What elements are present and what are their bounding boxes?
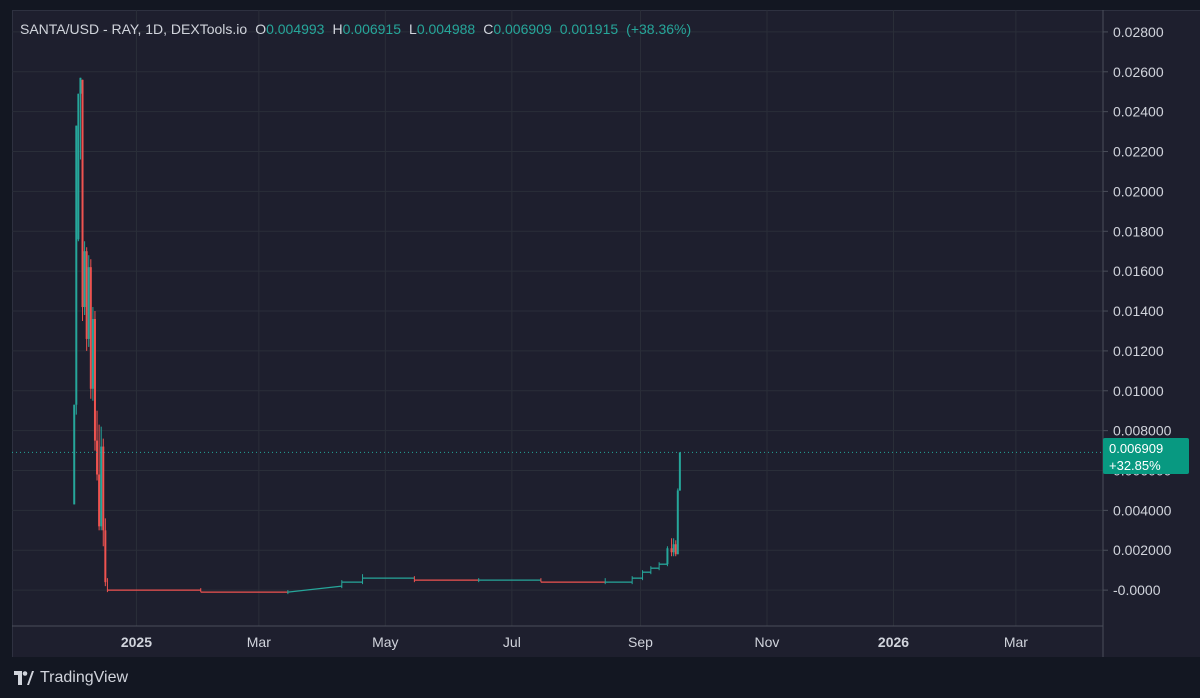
y-tick-label: 0.01200 (1113, 343, 1164, 359)
x-tick-label: 2026 (878, 634, 909, 650)
candle-body (100, 446, 103, 527)
y-tick-label: 0.008000 (1113, 423, 1172, 439)
tradingview-logo[interactable]: TradingView (14, 669, 128, 687)
y-tick-label: 0.02200 (1113, 144, 1164, 160)
x-tick-label: 2025 (121, 634, 152, 650)
y-tick-label: 0.002000 (1113, 542, 1172, 558)
open-value: 0.004993 (266, 21, 325, 37)
candlestick-chart[interactable]: 0.02800 0.02600 0.02400 0.02200 0.02000 0.018… (0, 0, 1200, 698)
candle-body (85, 251, 88, 339)
y-tick-label: 0.01800 (1113, 223, 1164, 239)
close-value: 0.006909 (493, 21, 552, 37)
candle-body (75, 125, 78, 405)
footer: TradingView (0, 657, 1200, 698)
candle-body (102, 446, 105, 531)
last-price-value: 0.006909 (1109, 441, 1164, 456)
candle-body (674, 544, 677, 555)
candle-body (81, 79, 84, 308)
y-tick-label: 0.02600 (1113, 64, 1164, 80)
candle-body (98, 474, 101, 527)
symbol-label: SANTA/USD - RAY, 1D, DEXTools.io (20, 21, 248, 37)
y-tick-label: 0.004000 (1113, 502, 1172, 518)
candle-body (87, 267, 90, 339)
high-value: 0.006915 (342, 21, 402, 37)
last-price-tag: 0.006909 +32.85% (1103, 438, 1189, 474)
y-tick-label: 0.01400 (1113, 303, 1164, 319)
candle-body (89, 267, 92, 389)
y-tick-label: 0.02800 (1113, 24, 1164, 40)
low-value: 0.004988 (416, 21, 476, 37)
candle-body (83, 251, 86, 308)
candle-body (678, 452, 681, 491)
candle-body (676, 490, 679, 555)
candle-body (672, 544, 675, 553)
candle-body (104, 530, 107, 583)
y-tick-label: 0.01000 (1113, 383, 1164, 399)
candle-body (96, 440, 99, 475)
last-price-change: +32.85% (1109, 458, 1161, 473)
x-tick-label: Sep (628, 634, 653, 650)
x-tick-label: Mar (1004, 634, 1028, 650)
x-tick-label: Jul (503, 634, 521, 650)
grid (12, 10, 1103, 626)
axes: 0.02800 0.02600 0.02400 0.02200 0.02000 0.018… (12, 10, 1172, 657)
close-label: C (483, 21, 494, 37)
candle-body (666, 548, 669, 565)
candle-body (77, 93, 80, 240)
candle-body (73, 404, 76, 505)
y-tick-label: -0.0000 (1113, 582, 1161, 598)
y-tick-label: 0.02400 (1113, 104, 1164, 120)
high-label: H (332, 21, 343, 37)
ohlc-legend: SANTA/USD - RAY, 1D, DEXTools.io O 0.004… (20, 21, 691, 37)
candle-body (670, 548, 673, 553)
change-percent: (+38.36%) (626, 21, 692, 37)
candles (12, 77, 1103, 595)
x-tick-label: Nov (755, 634, 780, 650)
candle-body (93, 318, 96, 441)
change-value: 0.001915 (559, 21, 619, 37)
tradingview-icon (14, 671, 34, 685)
x-tick-label: Mar (247, 634, 271, 650)
candle-body (79, 77, 82, 94)
low-label: L (409, 21, 417, 37)
y-tick-label: 0.02000 (1113, 183, 1164, 199)
price-segment (287, 585, 342, 593)
open-label: O (255, 21, 267, 37)
y-tick-label: 0.01600 (1113, 263, 1164, 279)
x-tick-label: May (372, 634, 398, 650)
candle-body (91, 318, 94, 389)
brand-name: TradingView (40, 669, 129, 686)
